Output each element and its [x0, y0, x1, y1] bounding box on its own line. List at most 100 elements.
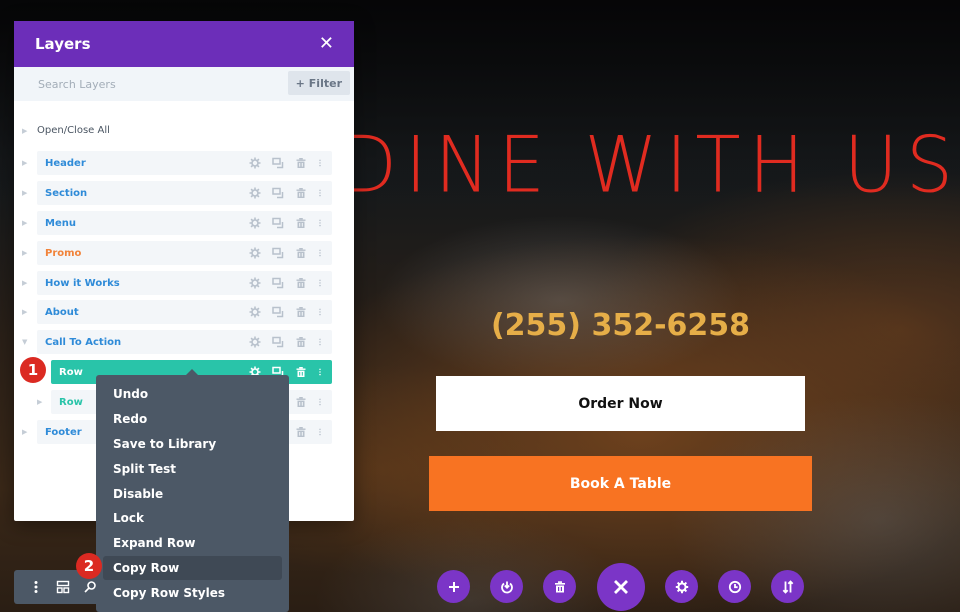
layer-actions — [247, 156, 332, 171]
clock-icon — [728, 580, 741, 593]
open-close-all[interactable]: ▶ Open/Close All — [22, 125, 110, 136]
layer-actions — [247, 305, 332, 320]
trash-icon[interactable] — [293, 305, 308, 320]
caret-right-icon[interactable]: ▶ — [22, 308, 37, 316]
menu-item-redo[interactable]: Redo — [103, 407, 282, 432]
menu-item-lock[interactable]: Lock — [103, 506, 282, 531]
delete-button[interactable] — [543, 570, 576, 603]
search-layers-input[interactable] — [14, 67, 274, 101]
settings-button[interactable] — [665, 570, 698, 603]
more-options-icon[interactable] — [316, 335, 324, 350]
layer-row-menu[interactable]: ▶ Menu — [22, 211, 332, 235]
menu-item-copy-row-styles[interactable]: Copy Row Styles — [103, 580, 282, 605]
order-now-button[interactable]: Order Now — [436, 376, 805, 431]
layer-row-call-to-action[interactable]: ▼ Call To Action — [22, 330, 332, 354]
layer-label: Promo — [45, 247, 82, 259]
layer-actions — [247, 186, 332, 201]
trash-icon[interactable] — [293, 246, 308, 261]
more-options-icon[interactable] — [316, 246, 324, 261]
plus-icon — [448, 581, 459, 592]
duplicate-icon[interactable] — [270, 186, 285, 201]
trash-icon — [554, 580, 565, 592]
layer-row-header[interactable]: ▶ Header — [22, 151, 332, 175]
caret-right-icon[interactable]: ▶ — [22, 159, 37, 167]
power-download-icon — [500, 581, 513, 593]
menu-item-disable[interactable]: Disable — [103, 481, 282, 506]
more-options-icon[interactable] — [316, 425, 324, 440]
layer-label: How it Works — [45, 277, 120, 289]
step-badge-2: 2 — [76, 553, 102, 579]
trash-icon[interactable] — [293, 276, 308, 291]
trash-icon[interactable] — [293, 365, 308, 380]
wireframe-view-icon[interactable] — [49, 573, 76, 601]
duplicate-icon[interactable] — [270, 246, 285, 261]
history-button[interactable] — [718, 570, 751, 603]
layer-row-promo[interactable]: ▶ Promo — [22, 241, 332, 265]
duplicate-icon[interactable] — [270, 156, 285, 171]
duplicate-icon[interactable] — [270, 305, 285, 320]
book-table-button[interactable]: Book A Table — [429, 456, 812, 511]
layer-row-section[interactable]: ▶ Section — [22, 181, 332, 205]
row-context-menu: Undo Redo Save to Library Split Test Disable… — [96, 369, 289, 612]
menu-item-save-to-library[interactable]: Save to Library — [103, 432, 282, 457]
gear-icon[interactable] — [247, 305, 262, 320]
more-options-icon[interactable] — [316, 216, 324, 231]
plus-icon: + — [295, 76, 305, 90]
gear-icon[interactable] — [247, 246, 262, 261]
layer-box: Section — [37, 181, 332, 205]
close-builder-button[interactable] — [597, 563, 645, 611]
close-icon — [614, 580, 628, 594]
layer-actions — [247, 216, 332, 231]
more-options-icon[interactable] — [316, 395, 324, 410]
filter-button[interactable]: + Filter — [287, 71, 350, 95]
layer-row-about[interactable]: ▶ About — [22, 300, 332, 324]
layers-search-bar: + Filter — [14, 67, 354, 101]
layer-label: Header — [45, 157, 86, 169]
more-options-icon[interactable] — [316, 365, 324, 380]
more-options-icon[interactable] — [316, 156, 324, 171]
layer-box: Menu — [37, 211, 332, 235]
duplicate-icon[interactable] — [270, 216, 285, 231]
more-options-icon[interactable] — [22, 573, 49, 601]
gear-icon[interactable] — [247, 276, 262, 291]
caret-right-icon: ▶ — [22, 126, 28, 135]
gear-icon[interactable] — [247, 335, 262, 350]
menu-item-split-test[interactable]: Split Test — [103, 456, 282, 481]
layer-label: About — [45, 306, 79, 318]
filter-label: Filter — [308, 76, 342, 90]
menu-item-expand-row[interactable]: Expand Row — [103, 531, 282, 556]
menu-item-copy-row[interactable]: Copy Row — [103, 555, 282, 581]
caret-right-icon[interactable]: ▶ — [22, 428, 37, 436]
more-options-icon[interactable] — [316, 305, 324, 320]
layer-box: How it Works — [37, 271, 332, 295]
duplicate-icon[interactable] — [270, 335, 285, 350]
caret-right-icon[interactable]: ▶ — [37, 398, 52, 406]
caret-right-icon[interactable]: ▶ — [22, 219, 37, 227]
trash-icon[interactable] — [293, 335, 308, 350]
duplicate-icon[interactable] — [270, 276, 285, 291]
trash-icon[interactable] — [293, 186, 308, 201]
layer-box: Call To Action — [37, 330, 332, 354]
layers-header: Layers ✕ — [14, 21, 354, 67]
gear-icon[interactable] — [247, 216, 262, 231]
caret-right-icon[interactable]: ▶ — [22, 279, 37, 287]
trash-icon[interactable] — [293, 395, 308, 410]
portability-button[interactable] — [771, 570, 804, 603]
gear-icon[interactable] — [247, 186, 262, 201]
more-options-icon[interactable] — [316, 276, 324, 291]
menu-item-undo[interactable]: Undo — [103, 382, 282, 407]
more-options-icon[interactable] — [316, 186, 324, 201]
caret-down-icon[interactable]: ▼ — [22, 338, 37, 346]
trash-icon[interactable] — [293, 216, 308, 231]
trash-icon[interactable] — [293, 156, 308, 171]
close-icon[interactable]: ✕ — [319, 35, 334, 53]
layer-row-how-it-works[interactable]: ▶ How it Works — [22, 271, 332, 295]
layers-title: Layers — [35, 35, 91, 53]
gear-icon[interactable] — [247, 156, 262, 171]
add-button[interactable] — [437, 570, 470, 603]
trash-icon[interactable] — [293, 425, 308, 440]
caret-right-icon[interactable]: ▶ — [22, 189, 37, 197]
save-button[interactable] — [490, 570, 523, 603]
open-close-all-label: Open/Close All — [37, 125, 110, 136]
caret-right-icon[interactable]: ▶ — [22, 249, 37, 257]
